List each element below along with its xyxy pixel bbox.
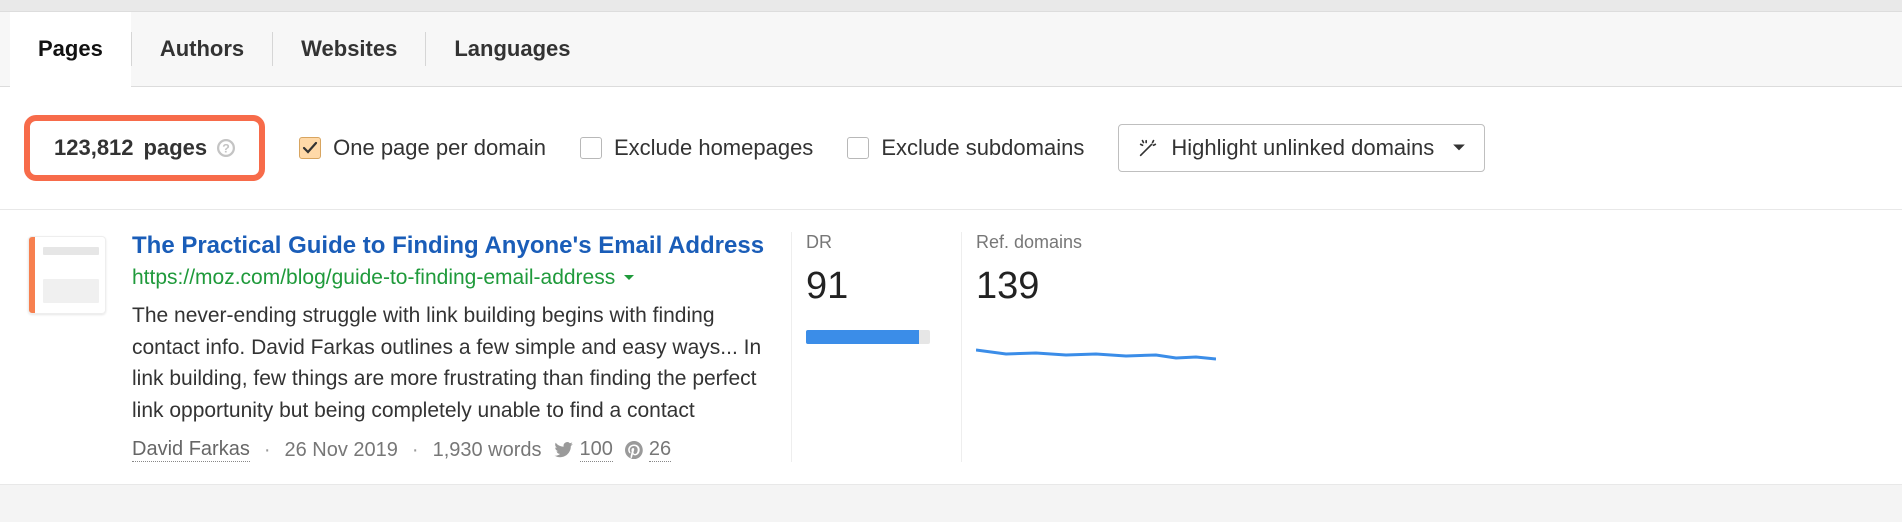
dr-bar bbox=[806, 330, 930, 344]
result-url-text: https://moz.com/blog/guide-to-finding-em… bbox=[132, 266, 615, 290]
dr-bar-fill bbox=[806, 330, 919, 344]
ref-domains-column: Ref. domains 139 bbox=[961, 232, 1241, 462]
filter-one-per-domain[interactable]: One page per domain bbox=[299, 135, 546, 161]
top-strip bbox=[0, 0, 1902, 12]
result-words: 1,930 words bbox=[433, 439, 542, 462]
page-count-number: 123,812 bbox=[54, 135, 134, 161]
result-meta: David Farkas 26 Nov 2019 1,930 words 100… bbox=[132, 438, 765, 462]
tab-languages[interactable]: Languages bbox=[426, 12, 598, 86]
dr-label: DR bbox=[806, 232, 961, 253]
caret-down-icon bbox=[1452, 143, 1466, 153]
checkbox-icon bbox=[847, 137, 869, 159]
dr-column: DR 91 bbox=[791, 232, 961, 462]
filter-exclude-subdomains[interactable]: Exclude subdomains bbox=[847, 135, 1084, 161]
highlight-unlinked-dropdown[interactable]: Highlight unlinked domains bbox=[1118, 124, 1485, 172]
tab-pages[interactable]: Pages bbox=[10, 12, 131, 86]
twitter-shares[interactable]: 100 bbox=[554, 438, 613, 462]
result-title-link[interactable]: The Practical Guide to Finding Anyone's … bbox=[132, 232, 764, 260]
pinterest-count: 26 bbox=[649, 438, 671, 462]
tab-authors[interactable]: Authors bbox=[132, 12, 272, 86]
right-spacer bbox=[1241, 232, 1874, 462]
checkbox-icon bbox=[580, 137, 602, 159]
svg-text:?: ? bbox=[222, 142, 230, 156]
meta-separator bbox=[262, 439, 273, 462]
result-thumbnail[interactable] bbox=[28, 236, 106, 314]
pinterest-icon bbox=[625, 441, 643, 459]
result-content: The Practical Guide to Finding Anyone's … bbox=[106, 232, 791, 462]
dr-value: 91 bbox=[806, 265, 961, 308]
twitter-icon bbox=[554, 442, 574, 458]
ref-domains-label: Ref. domains bbox=[976, 232, 1241, 253]
page-count-label: pages bbox=[144, 135, 208, 161]
help-icon[interactable]: ? bbox=[217, 139, 235, 157]
filter-exclude-homepages[interactable]: Exclude homepages bbox=[580, 135, 813, 161]
result-author[interactable]: David Farkas bbox=[132, 438, 250, 462]
filter-label: Exclude homepages bbox=[614, 135, 813, 161]
page-count: 123,812 pages ? bbox=[24, 115, 265, 181]
checkbox-icon bbox=[299, 137, 321, 159]
result-date: 26 Nov 2019 bbox=[284, 439, 397, 462]
ref-domains-sparkline bbox=[976, 338, 1216, 384]
filter-label: One page per domain bbox=[333, 135, 546, 161]
ref-domains-value: 139 bbox=[976, 265, 1241, 308]
tabs-bar: Pages Authors Websites Languages bbox=[0, 12, 1902, 87]
result-row: The Practical Guide to Finding Anyone's … bbox=[0, 210, 1902, 485]
tab-websites[interactable]: Websites bbox=[273, 12, 425, 86]
dropdown-label: Highlight unlinked domains bbox=[1171, 135, 1434, 161]
url-caret-icon[interactable] bbox=[623, 273, 635, 283]
filter-label: Exclude subdomains bbox=[881, 135, 1084, 161]
magic-wand-icon bbox=[1137, 137, 1159, 159]
pinterest-shares[interactable]: 26 bbox=[625, 438, 671, 462]
twitter-count: 100 bbox=[580, 438, 613, 462]
meta-separator bbox=[410, 439, 421, 462]
filter-bar: 123,812 pages ? One page per domain Excl… bbox=[0, 87, 1902, 210]
result-description: The never-ending struggle with link buil… bbox=[132, 300, 765, 426]
result-url[interactable]: https://moz.com/blog/guide-to-finding-em… bbox=[132, 266, 765, 290]
